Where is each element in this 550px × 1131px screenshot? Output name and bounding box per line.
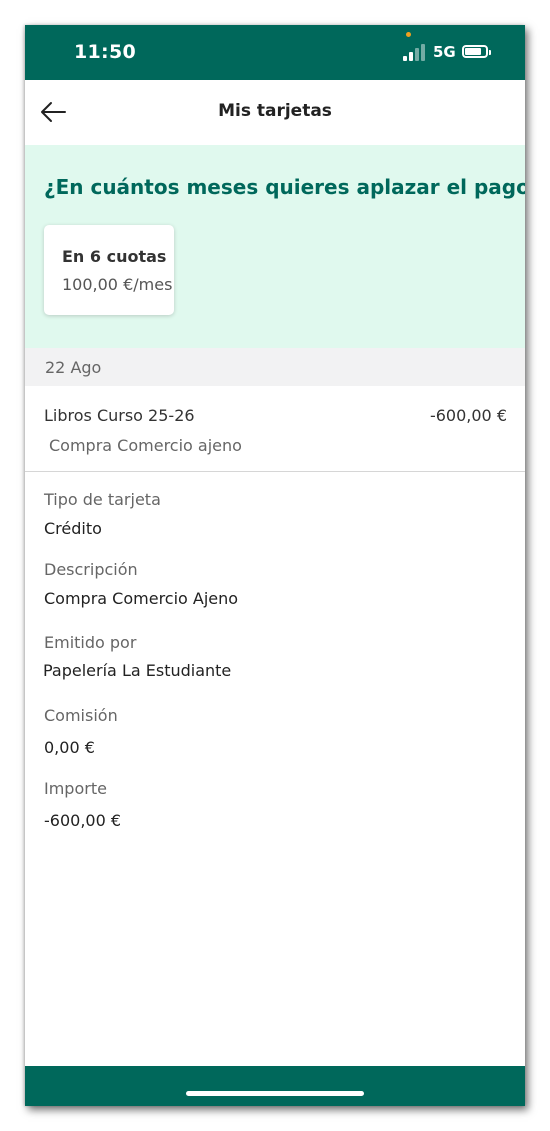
page-title: Mis tarjetas <box>218 101 332 121</box>
amount-value: -600,00 € <box>44 811 122 830</box>
status-bar: 11:50 5G <box>25 25 525 80</box>
transaction-subtitle: Compra Comercio ajeno <box>49 436 242 455</box>
installment-question: ¿En cuántos meses quieres aplazar el pag… <box>44 175 525 199</box>
card-type-value: Crédito <box>44 519 102 538</box>
home-indicator[interactable] <box>186 1091 364 1096</box>
nav-bar: Mis tarjetas <box>25 80 525 146</box>
installment-section: ¿En cuántos meses quieres aplazar el pag… <box>25 145 525 349</box>
description-value: Compra Comercio Ajeno <box>44 589 239 608</box>
transaction-row: Libros Curso 25-26 -600,00 € Compra Come… <box>25 386 525 472</box>
issuer-value: Papelería La Estudiante <box>43 661 232 680</box>
status-time: 11:50 <box>74 41 136 63</box>
amount-label: Importe <box>44 779 107 798</box>
signal-icon <box>403 44 427 61</box>
bottom-bar <box>25 1066 525 1106</box>
installment-option-amount: 100,00 €/mes <box>62 275 173 294</box>
phone-screen: 11:50 5G Mis tarjetas ¿En cuántos meses … <box>25 25 525 1106</box>
description-label: Descripción <box>44 560 138 579</box>
installment-option-title: En 6 cuotas <box>62 247 167 266</box>
transaction-title: Libros Curso 25-26 <box>44 406 195 425</box>
commission-value: 0,00 € <box>44 738 95 757</box>
transaction-amount: -600,00 € <box>429 406 507 425</box>
date-header: 22 Ago <box>25 348 525 386</box>
battery-icon <box>462 45 491 58</box>
issuer-label: Emitido por <box>44 633 137 652</box>
commission-label: Comisión <box>44 706 118 725</box>
transaction-date: 22 Ago <box>45 358 102 377</box>
network-type: 5G <box>433 43 456 61</box>
card-type-label: Tipo de tarjeta <box>44 490 161 509</box>
privacy-indicator-dot <box>406 32 411 37</box>
installment-option-card[interactable]: En 6 cuotas 100,00 €/mes <box>44 225 174 315</box>
